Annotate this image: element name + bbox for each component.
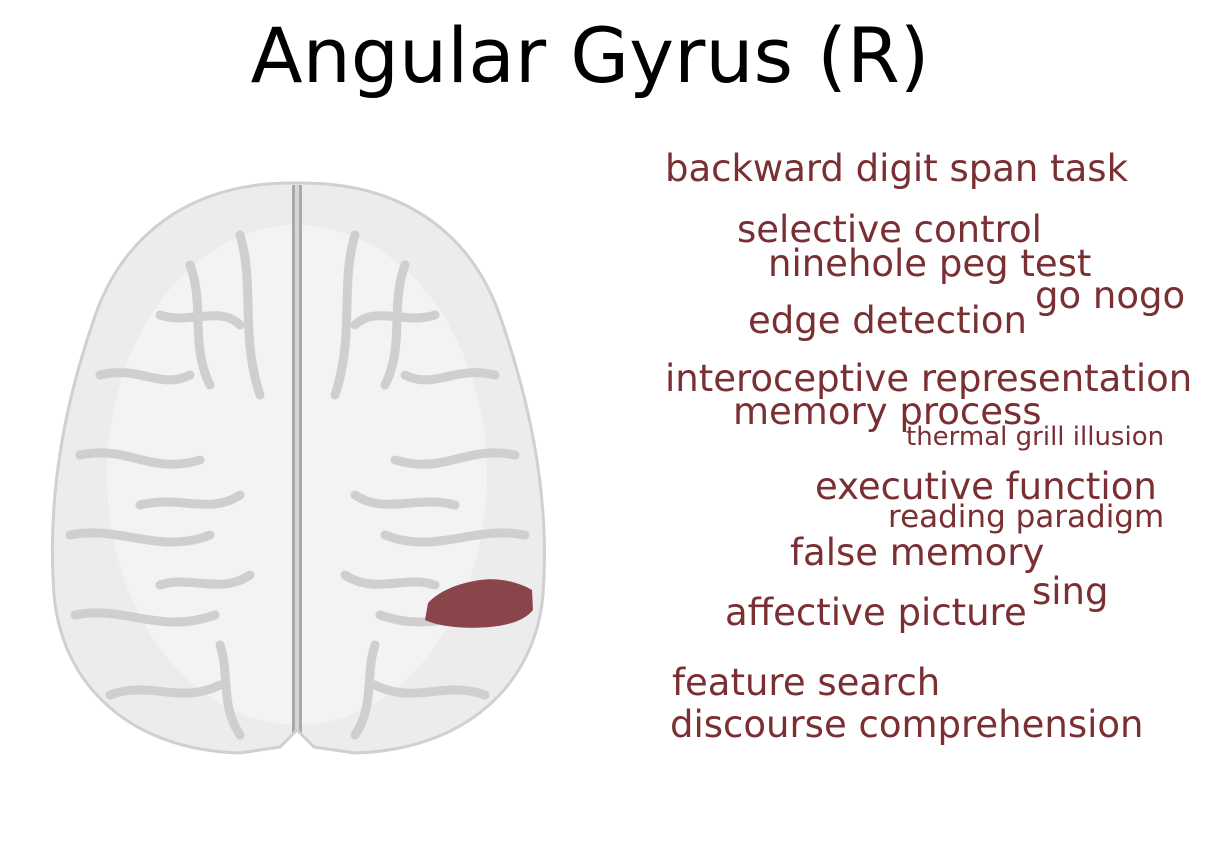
term: edge detection [748,299,1027,342]
term: sing [1032,570,1109,613]
term: reading paradigm [888,499,1165,535]
term: affective picture [725,591,1027,634]
term: go nogo [1035,274,1186,317]
brain-axial-slice [50,181,546,755]
term: feature search [672,661,941,704]
term: discourse comprehension [670,703,1144,746]
figure-title: Angular Gyrus (R) [250,11,930,100]
term: false memory [790,531,1045,574]
term: backward digit span task [665,147,1129,190]
term: thermal grill illusion [906,422,1165,452]
